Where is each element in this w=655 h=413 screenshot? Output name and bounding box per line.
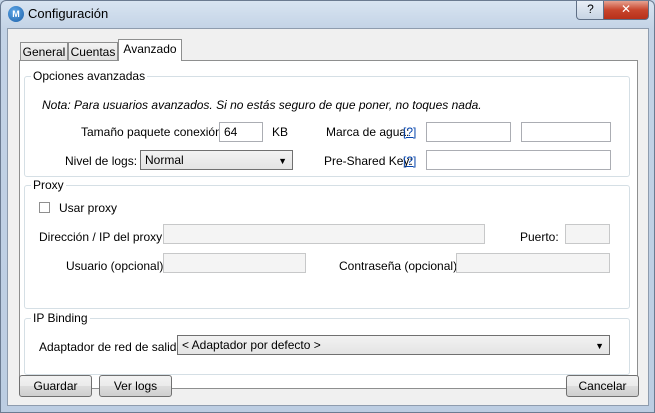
log-level-select[interactable]: Normal ▼ xyxy=(140,150,293,170)
adapter-value: < Adaptador por defecto > xyxy=(182,338,321,352)
watermark-input-1[interactable] xyxy=(426,122,511,142)
packet-size-input[interactable]: 64 xyxy=(219,122,263,142)
packet-size-label: Tamaño paquete conexión: xyxy=(81,125,226,139)
use-proxy-checkbox[interactable] xyxy=(39,202,50,213)
psk-help-link[interactable]: [?] xyxy=(403,154,416,168)
tab-avanzado[interactable]: Avanzado xyxy=(118,39,182,61)
proxy-address-label: Dirección / IP del proxy: xyxy=(39,230,166,244)
log-level-value: Normal xyxy=(145,153,184,167)
log-level-label: Nivel de logs: xyxy=(65,154,138,168)
tab-general[interactable]: General xyxy=(20,42,68,61)
save-button[interactable]: Guardar xyxy=(19,375,92,397)
proxy-password-input[interactable] xyxy=(456,253,610,273)
watermark-input-2[interactable] xyxy=(521,122,611,142)
chevron-down-icon: ▼ xyxy=(595,341,604,351)
settings-window: M Configuración ? ✕ General Cuentas Avan… xyxy=(0,0,655,413)
advanced-options-title: Opciones avanzadas xyxy=(31,69,148,83)
help-button[interactable]: ? xyxy=(576,1,605,20)
proxy-port-label: Puerto: xyxy=(520,230,559,244)
ip-binding-group: IP Binding Adaptador de red de salida: <… xyxy=(24,311,630,375)
advanced-note: Nota: Para usuarios avanzados. Si no est… xyxy=(42,98,482,112)
proxy-password-label: Contraseña (opcional): xyxy=(339,259,461,273)
close-button[interactable]: ✕ xyxy=(603,1,649,20)
window-title: Configuración xyxy=(28,6,109,21)
proxy-user-input[interactable] xyxy=(163,253,306,273)
chevron-down-icon: ▼ xyxy=(278,156,287,166)
watermark-help-link[interactable]: [?] xyxy=(403,125,416,139)
packet-size-unit: KB xyxy=(272,125,289,139)
proxy-group: Proxy Usar proxy Dirección / IP del prox… xyxy=(24,178,630,309)
adapter-select[interactable]: < Adaptador por defecto > ▼ xyxy=(177,335,610,355)
proxy-user-label: Usuario (opcional): xyxy=(66,259,167,273)
psk-input[interactable] xyxy=(426,150,611,170)
app-logo-icon: M xyxy=(8,6,24,22)
proxy-title: Proxy xyxy=(31,178,66,192)
watermark-label: Marca de agua: xyxy=(326,125,410,139)
advanced-options-group: Opciones avanzadas Nota: Para usuarios a… xyxy=(24,69,630,177)
cancel-button[interactable]: Cancelar xyxy=(566,375,639,397)
psk-label: Pre-Shared Key: xyxy=(324,154,413,168)
tab-cuentas[interactable]: Cuentas xyxy=(68,42,118,61)
use-proxy-label: Usar proxy xyxy=(59,201,118,215)
proxy-port-input[interactable] xyxy=(565,224,610,244)
dialog-body: General Cuentas Avanzado Opciones avanza… xyxy=(7,28,649,406)
proxy-address-input[interactable] xyxy=(163,224,485,244)
advanced-tab-panel: Opciones avanzadas Nota: Para usuarios a… xyxy=(19,60,638,389)
ip-binding-title: IP Binding xyxy=(31,311,90,325)
title-bar: M Configuración ? ✕ xyxy=(1,1,654,27)
view-logs-button[interactable]: Ver logs xyxy=(99,375,172,397)
adapter-label: Adaptador de red de salida: xyxy=(39,340,187,354)
